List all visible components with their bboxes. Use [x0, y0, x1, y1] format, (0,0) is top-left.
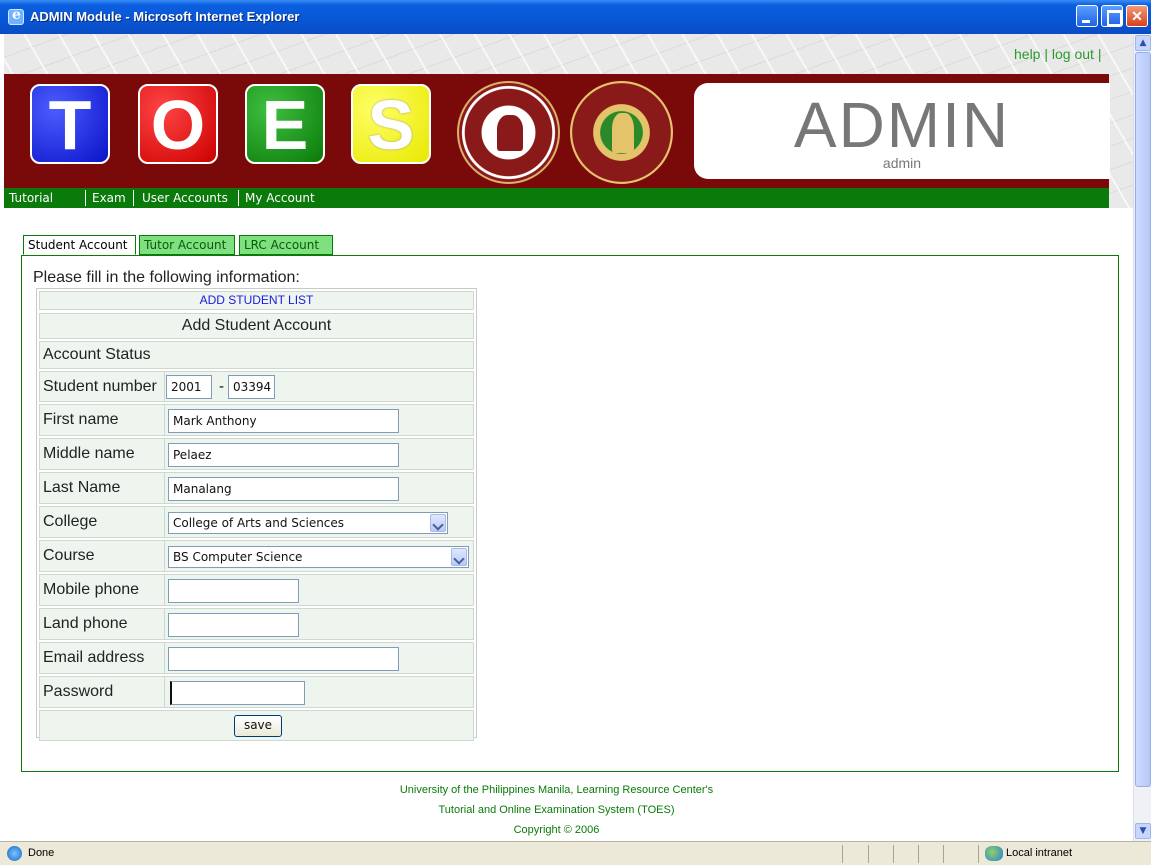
nav-my-account[interactable]: My Account: [245, 191, 315, 205]
save-button[interactable]: save: [234, 715, 282, 737]
mobile-phone-row: Mobile phone: [39, 574, 474, 606]
maximize-button[interactable]: [1101, 5, 1123, 27]
footer-copyright: Copyright © 2006: [513, 824, 600, 836]
local-intranet-icon: [985, 846, 1003, 861]
page-footer: University of the Philippines Manila, Le…: [4, 780, 1109, 840]
window-title: ADMIN Module - Microsoft Internet Explor…: [30, 9, 300, 24]
add-student-list-link[interactable]: ADD STUDENT LIST: [40, 292, 473, 309]
form-instruction: Please fill in the following information…: [33, 269, 300, 286]
student-number-label: Student number: [40, 372, 165, 401]
logo-tile-o: O: [138, 84, 218, 164]
ie-window-icon[interactable]: [8, 7, 24, 25]
page-content: Student Account Tutor Account LRC Accoun…: [4, 208, 1133, 841]
link-separator: |: [1044, 46, 1048, 62]
main-nav: Tutorial Exam User Accounts My Account: [4, 188, 1109, 208]
middle-name-row: Middle name Pelaez: [39, 438, 474, 470]
admin-badge: ADMIN admin: [694, 83, 1110, 179]
tab-tutor-account[interactable]: Tutor Account: [139, 235, 235, 255]
tab-lrc-account[interactable]: LRC Account: [239, 235, 333, 255]
college-select[interactable]: College of Arts and Sciences: [168, 512, 448, 534]
college-label: College: [40, 507, 165, 537]
chevron-down-icon[interactable]: [430, 514, 446, 532]
student-number-year-input[interactable]: 2001: [166, 375, 212, 399]
nav-exam[interactable]: Exam: [92, 191, 126, 205]
logo-tile-s: S: [351, 84, 431, 164]
logout-link[interactable]: log out: [1052, 46, 1094, 62]
form-heading-row: Add Student Account: [39, 313, 474, 339]
middle-name-label: Middle name: [40, 439, 165, 469]
chevron-down-icon[interactable]: [451, 548, 467, 566]
security-zone-text: Local intranet: [1006, 847, 1073, 859]
add-list-row: ADD STUDENT LIST: [39, 291, 474, 310]
minimize-icon: [1077, 6, 1097, 26]
first-name-label: First name: [40, 405, 165, 435]
account-status-label: Account Status: [43, 346, 151, 363]
footer-line-2: Tutorial and Online Examination System (…: [438, 804, 675, 816]
course-row: Course BS Computer Science: [39, 540, 474, 572]
scroll-up-icon[interactable]: ▲: [1135, 35, 1151, 51]
form-heading: Add Student Account: [181, 317, 332, 334]
student-number-dash: -: [219, 379, 225, 395]
link-separator: |: [1097, 46, 1102, 62]
college-row: College College of Arts and Sciences: [39, 506, 474, 538]
help-link[interactable]: help: [1014, 46, 1040, 62]
email-label: Email address: [40, 643, 165, 673]
student-account-panel: Please fill in the following information…: [21, 255, 1119, 772]
logo-tile-e: E: [245, 84, 325, 164]
scroll-thumb[interactable]: [1135, 52, 1151, 787]
land-phone-input[interactable]: [168, 613, 299, 637]
status-text: Done: [28, 847, 55, 859]
last-name-row: Last Name Manalang: [39, 472, 474, 504]
scroll-down-icon[interactable]: ▼: [1135, 823, 1151, 839]
ie-page-icon: [7, 846, 22, 861]
add-student-form: ADD STUDENT LIST Add Student Account Acc…: [36, 288, 477, 741]
admin-title: ADMIN: [793, 89, 1011, 161]
college-select-value: College of Arts and Sciences: [173, 516, 345, 530]
header-banner: T O E S ADMIN admin: [4, 74, 1110, 188]
close-icon: ✕: [1131, 8, 1143, 24]
nav-tutorial[interactable]: Tutorial: [9, 191, 53, 205]
student-number-row: Student number 2001 - 03394: [39, 371, 474, 402]
student-number-seq-input[interactable]: 03394: [228, 375, 275, 399]
close-button[interactable]: ✕: [1126, 5, 1148, 27]
first-name-input[interactable]: Mark Anthony: [168, 409, 399, 433]
browser-viewport: help | log out | T O E S ADMIN admin Tut…: [4, 34, 1133, 841]
course-select-value: BS Computer Science: [173, 550, 303, 564]
lrc-seal-logo: [457, 81, 560, 184]
vertical-scrollbar[interactable]: ▲ ▼: [1133, 34, 1151, 841]
email-row: Email address: [39, 642, 474, 674]
footer-line-1: University of the Philippines Manila, Le…: [399, 784, 714, 796]
password-row: Password: [39, 676, 474, 708]
admin-username: admin: [882, 155, 922, 171]
status-bar: Done Local intranet: [0, 841, 1151, 865]
last-name-input[interactable]: Manalang: [168, 477, 399, 501]
course-label: Course: [40, 541, 165, 571]
course-select[interactable]: BS Computer Science: [168, 546, 469, 568]
mobile-phone-input[interactable]: [168, 579, 299, 603]
top-links: help | log out |: [1014, 46, 1101, 62]
window-title-bar: ADMIN Module - Microsoft Internet Explor…: [0, 0, 1151, 34]
land-phone-label: Land phone: [40, 609, 165, 639]
first-name-row: First name Mark Anthony: [39, 404, 474, 436]
maximize-icon: [1102, 6, 1122, 26]
nav-user-accounts[interactable]: User Accounts: [142, 191, 228, 205]
password-label: Password: [40, 677, 165, 707]
middle-name-input[interactable]: Pelaez: [168, 443, 399, 467]
email-input[interactable]: [168, 647, 399, 671]
mobile-phone-label: Mobile phone: [40, 575, 165, 605]
password-input[interactable]: [170, 681, 305, 705]
logo-tile-t: T: [30, 84, 110, 164]
account-status-row: Account Status: [39, 341, 474, 369]
up-manila-seal-logo: [570, 81, 673, 184]
last-name-label: Last Name: [40, 473, 165, 503]
save-row: save: [39, 710, 474, 741]
land-phone-row: Land phone: [39, 608, 474, 640]
tab-student-account[interactable]: Student Account: [23, 235, 136, 255]
minimize-button[interactable]: [1076, 5, 1098, 27]
